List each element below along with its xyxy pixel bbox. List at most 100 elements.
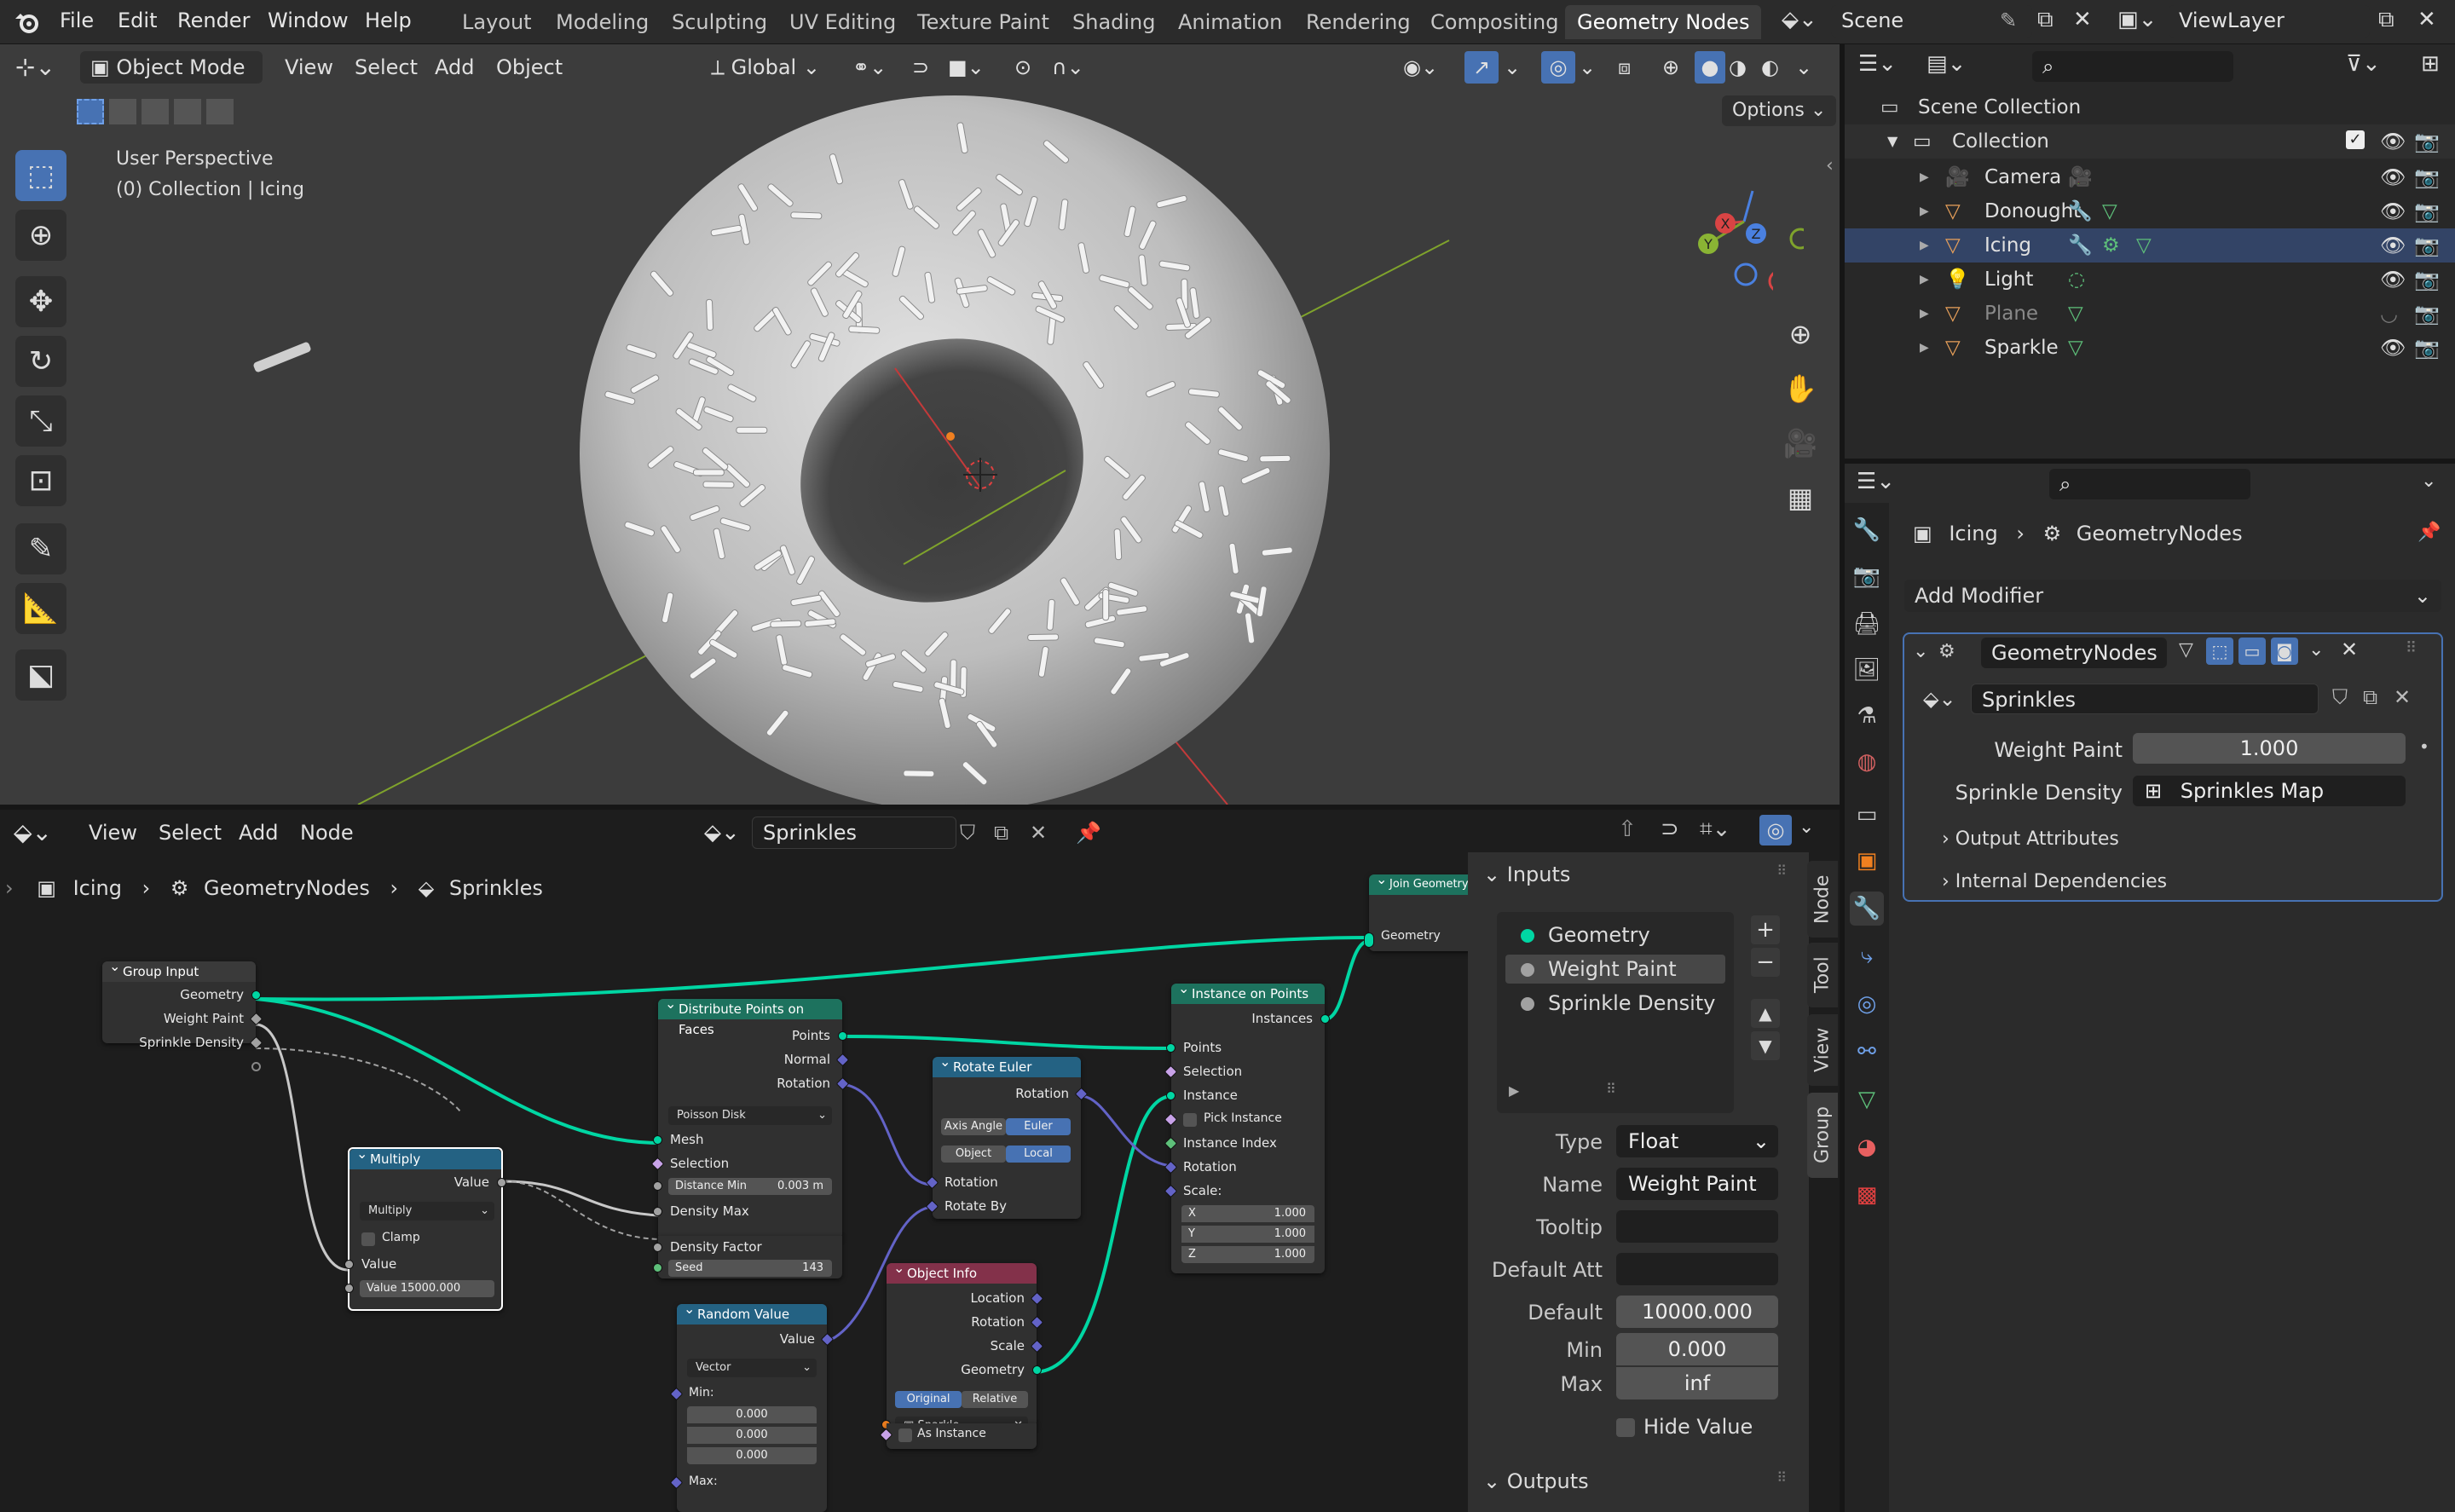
zoom-icon[interactable]: ⊕ <box>1776 310 1824 358</box>
tool-tab-icon[interactable]: 🔧 <box>1850 513 1884 547</box>
3d-viewport[interactable]: ⊹⌄ ▣ Object Mode ⌄ View Select Add Objec… <box>0 44 1840 805</box>
type-dropdown[interactable]: Vector ⌄ <box>687 1359 817 1377</box>
visibility-eye-icon[interactable]: ◡ <box>2380 297 2398 331</box>
sidebar-tab-tool[interactable]: Tool <box>1807 943 1838 1007</box>
world-tab-icon[interactable]: ◍ <box>1850 745 1884 779</box>
add-input-button[interactable]: + <box>1751 915 1780 944</box>
output-attributes-subpanel[interactable]: › Output Attributes <box>1942 828 2119 850</box>
data-icon[interactable]: ▽ <box>2068 297 2083 331</box>
duplicate-icon[interactable]: ⧉ <box>2363 685 2377 709</box>
expand-arrow-icon[interactable]: ▶ <box>1920 297 1929 331</box>
render-tab-icon[interactable]: 📷 <box>1850 559 1884 593</box>
operation-dropdown[interactable]: Multiply ⌄ <box>360 1202 494 1221</box>
node-distribute-points-lower[interactable]: Density Factor Seed 143 <box>653 1236 842 1278</box>
outliner-item-plane[interactable]: ▶ ▽ Plane ▽ ◡ 📷 <box>1845 297 2455 331</box>
area-splitter[interactable] <box>0 805 1841 810</box>
physics-tab-icon[interactable]: ◎ <box>1850 987 1884 1021</box>
scale-tool-icon[interactable]: ⤡ <box>15 395 66 447</box>
float-socket-icon[interactable] <box>653 1207 662 1216</box>
edit-mode-toggle-icon[interactable]: ▽ <box>2179 639 2193 661</box>
type-dropdown[interactable]: Float ⌄ <box>1616 1125 1778 1157</box>
menu-select[interactable]: Select <box>355 51 418 84</box>
method-dropdown[interactable]: Poisson Disk ⌄ <box>668 1106 832 1125</box>
node-object-info-lower[interactable]: As Instance <box>879 1423 1037 1449</box>
node-distribute-points[interactable]: Distribute Points on Faces Points Normal… <box>650 994 850 1239</box>
xray-icon[interactable]: ⧈ <box>1618 51 1631 84</box>
display-mode-icon[interactable]: ▤⌄ <box>1926 51 1966 77</box>
outliner-scene-collection[interactable]: ▭ Scene Collection <box>1845 90 2455 124</box>
editor-type-icon[interactable]: ⊹⌄ <box>15 51 55 84</box>
tab-uv-editing[interactable]: UV Editing <box>777 5 908 39</box>
axis-angle-button[interactable]: Axis Angle <box>941 1118 1006 1135</box>
select-box-tool-icon[interactable]: ⬚ <box>15 150 66 201</box>
viewlayer-field[interactable]: ViewLayer <box>2169 5 2370 38</box>
sidebar-tab-view[interactable]: View <box>1807 1014 1838 1086</box>
keyframe-dot-icon[interactable]: • <box>2419 736 2429 757</box>
visibility-eye-icon[interactable]: 👁 <box>2380 124 2406 159</box>
min-z-field[interactable]: 0.000 <box>687 1447 817 1464</box>
drag-handle-icon[interactable]: ⠿ <box>2406 639 2417 657</box>
material-shading-icon[interactable]: ◑ <box>1729 51 1747 84</box>
visibility-eye-icon[interactable]: 👁 <box>2380 160 2406 194</box>
tab-compositing[interactable]: Compositing <box>1418 5 1570 39</box>
overlay-dropdown-icon[interactable]: ⌄ <box>1579 51 1596 84</box>
node-tree-icon[interactable]: ⬙⌄ <box>1923 687 1956 711</box>
render-camera-icon[interactable]: 📷 <box>2414 124 2440 159</box>
outliner-item-sparkle[interactable]: ▶ ▽ Sparkle ▽ 👁 📷 <box>1845 331 2455 365</box>
props-editor-icon[interactable]: ☰⌄ <box>1857 469 1895 494</box>
props-search[interactable]: ⌕ <box>2049 469 2250 499</box>
blender-logo-icon[interactable] <box>14 9 43 36</box>
gizmo-toggle-icon[interactable]: ↗ <box>1464 51 1499 84</box>
options-button[interactable]: Options ⌄ <box>1722 95 1837 126</box>
add-modifier-dropdown[interactable]: Add Modifier ⌄ <box>1904 580 2441 612</box>
render-camera-icon[interactable]: 📷 <box>2414 194 2440 228</box>
node-instance-on-points[interactable]: Instance on Points Instances Points Sele… <box>1164 978 1330 1273</box>
name-field[interactable]: Weight Paint <box>1616 1168 1778 1200</box>
modifier-icon[interactable]: 🔧 <box>2068 228 2093 263</box>
remove-modifier-icon[interactable]: ✕ <box>2341 638 2358 661</box>
geometry-nodes-icon[interactable]: ⚙ <box>2102 228 2120 263</box>
render-camera-icon[interactable]: 📷 <box>2414 297 2440 331</box>
snap-target-icon[interactable]: ■⌄ <box>948 51 985 84</box>
local-space-button[interactable]: Local <box>1006 1146 1071 1163</box>
modifier-menu-icon[interactable]: ⌄ <box>2308 639 2324 661</box>
visibility-eye-icon[interactable]: 👁 <box>2380 331 2406 365</box>
input-item-weight-paint[interactable]: Weight Paint <box>1505 955 1725 984</box>
render-camera-icon[interactable]: 📷 <box>2414 160 2440 194</box>
default-attribute-field[interactable] <box>1616 1253 1778 1285</box>
min-field[interactable]: 0.000 <box>1616 1333 1778 1365</box>
annotate-tool-icon[interactable]: ✎ <box>15 523 66 574</box>
mode-dropdown[interactable]: ▣ Object Mode ⌄ <box>80 51 263 112</box>
visibility-icon[interactable]: ◉⌄ <box>1403 51 1438 84</box>
sidebar-tab-node[interactable]: Node <box>1807 861 1838 938</box>
max-field[interactable]: inf <box>1616 1367 1778 1399</box>
render-toggle-icon[interactable]: ◙ <box>2271 638 2298 665</box>
geometry-socket-icon[interactable] <box>1364 932 1374 948</box>
select-subtract-icon[interactable] <box>142 99 169 124</box>
expand-arrow-icon[interactable]: ▶ <box>1920 228 1929 263</box>
drag-handle-icon[interactable]: ⠿ <box>1776 863 1787 879</box>
scene-icon[interactable]: ⬙⌄ <box>1782 7 1817 32</box>
output-tab-icon[interactable]: 🖨 <box>1850 607 1884 641</box>
object-space-button[interactable]: Object <box>941 1146 1006 1163</box>
texture-tab-icon[interactable]: ▩ <box>1850 1178 1884 1212</box>
parent-node-tree-icon[interactable]: ⇧ <box>1618 817 1637 842</box>
node-group-field[interactable]: Sprinkles <box>1971 684 2319 714</box>
transform-orientation-dropdown[interactable]: ⟂ Global ⌄ <box>711 51 820 84</box>
expand-arrow-icon[interactable]: ▶ <box>1920 160 1929 194</box>
sprinkle-density-field[interactable]: ⊞ Sprinkles Map <box>2133 776 2406 806</box>
unlink-icon[interactable]: ✕ <box>2394 685 2411 709</box>
menu-add[interactable]: Add <box>435 51 474 84</box>
overlay-toggle-icon[interactable]: ◎ <box>1541 51 1575 84</box>
float-socket-icon[interactable] <box>344 1284 354 1293</box>
float-socket-icon[interactable] <box>497 1178 506 1187</box>
expand-arrow-icon[interactable]: ▶ <box>1920 194 1929 228</box>
menu-file[interactable]: File <box>60 9 94 32</box>
outliner-item-icing[interactable]: ▶ ▽ Icing 🔧 ⚙ ▽ 👁 📷 <box>1845 228 2455 263</box>
outliner-collection[interactable]: ▼ ▭ Collection ✓ 👁 📷 <box>1845 124 2455 159</box>
inputs-panel-header[interactable]: ⌄ Inputs ⠿ <box>1483 863 1787 886</box>
tab-modeling[interactable]: Modeling <box>544 5 661 39</box>
falloff-icon[interactable]: ∩⌄ <box>1052 51 1084 84</box>
weight-paint-field[interactable]: 1.000 <box>2133 733 2406 764</box>
fake-user-icon[interactable]: ⛉ <box>2332 685 2348 709</box>
